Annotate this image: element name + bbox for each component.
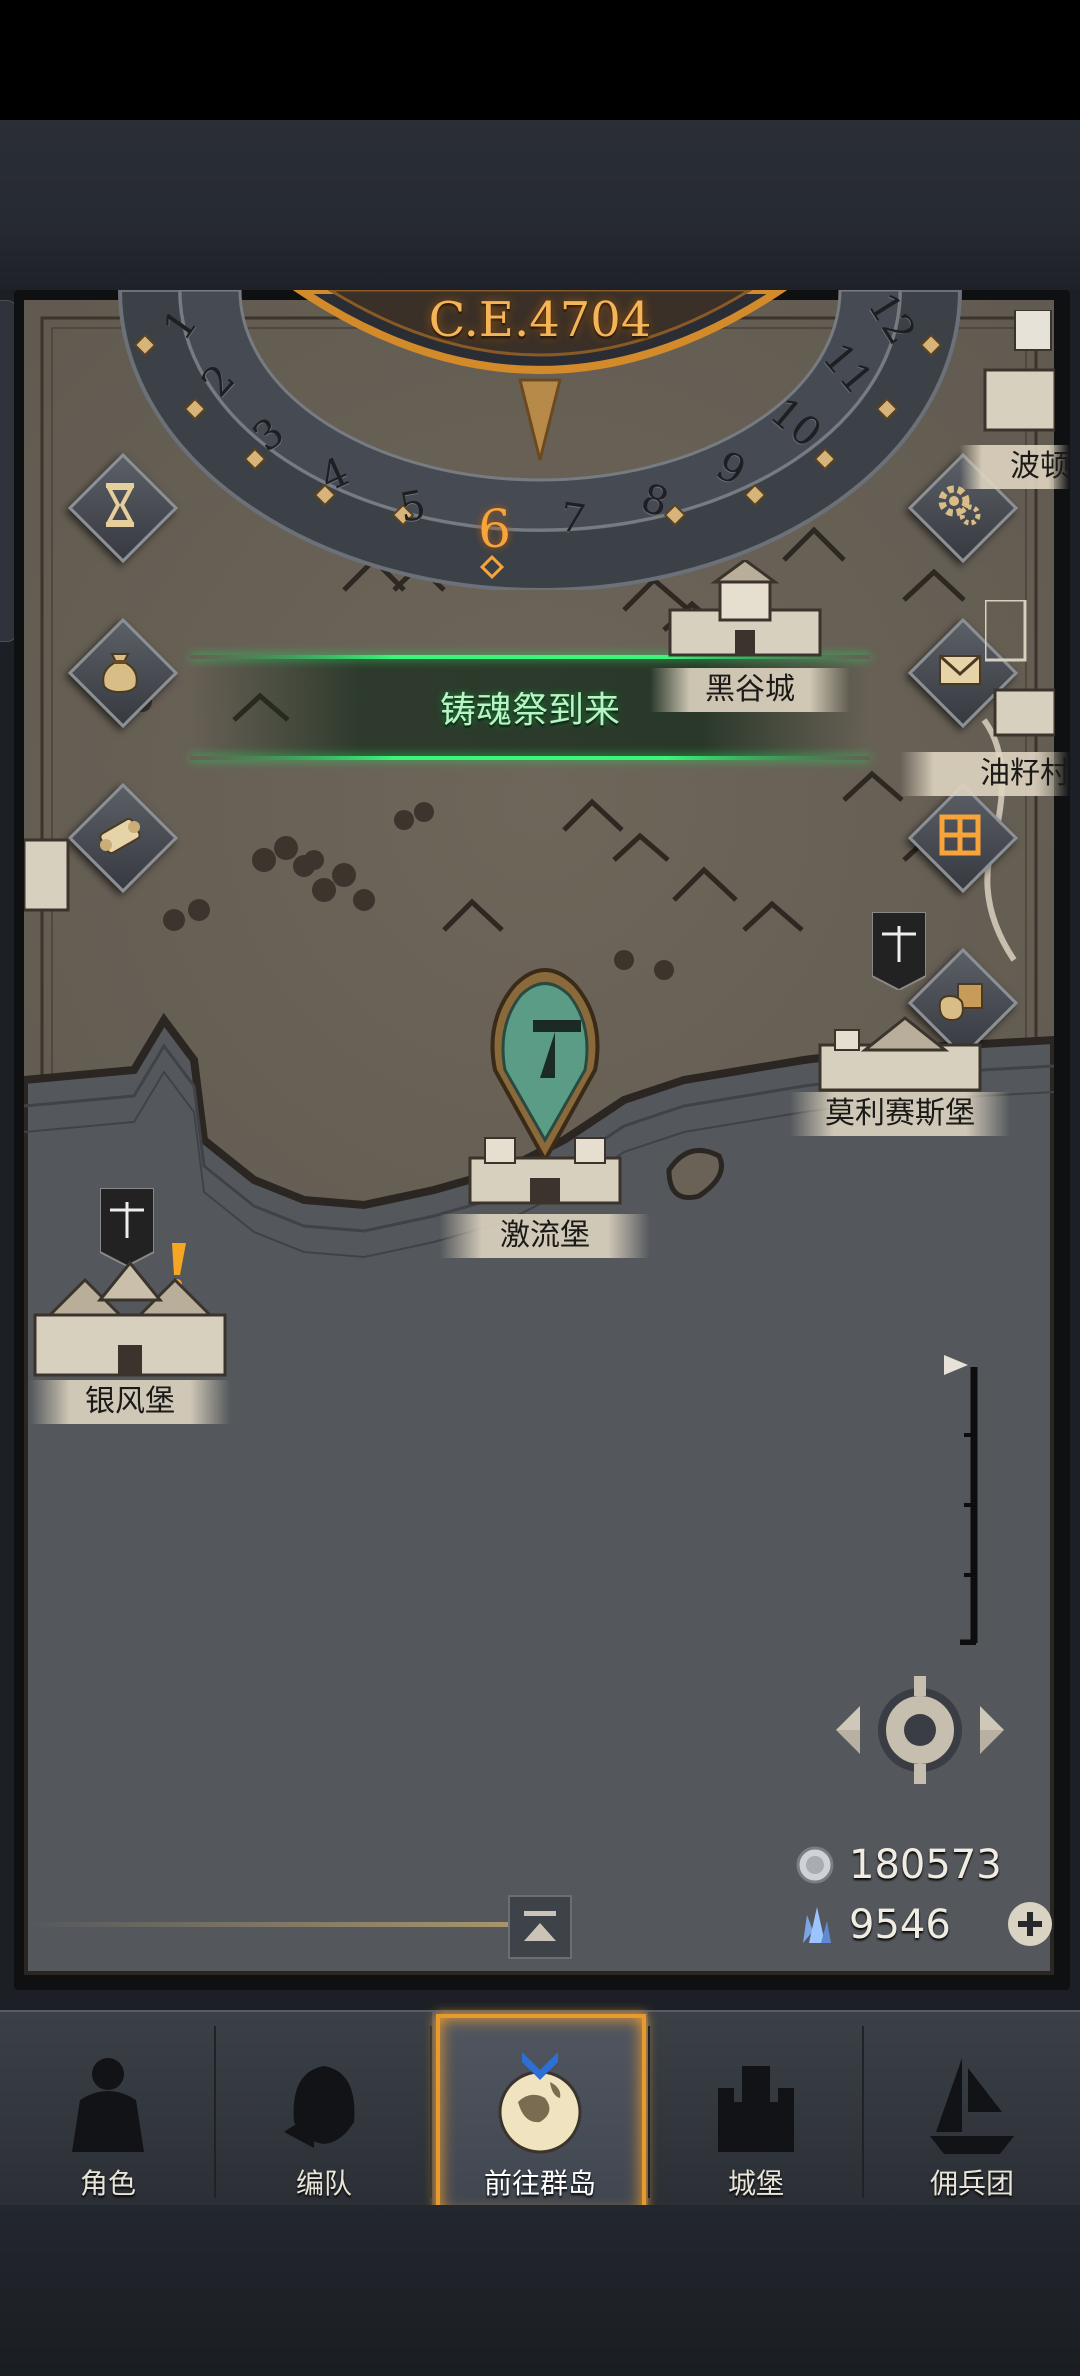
bottom-band	[0, 2205, 1080, 2376]
scroll-button[interactable]	[67, 782, 179, 894]
bottom-nav: 角色 编队 前往群岛 城堡 佣兵团	[0, 2010, 1080, 2218]
edge-castle-icon[interactable]	[24, 790, 70, 920]
knight-icon	[72, 2058, 144, 2152]
nav-item-formation[interactable]: 编队	[216, 2012, 432, 2212]
scroll-icon	[99, 817, 141, 855]
bodun-castle-icon[interactable]	[975, 310, 1055, 440]
recenter-icon[interactable]	[830, 1670, 1010, 1790]
nav-label-castle: 城堡	[727, 2167, 784, 2200]
justice-flag-icon	[872, 912, 926, 990]
crystal-icon	[803, 1907, 831, 1943]
silver-currency: 180573	[795, 1840, 1002, 1890]
silver-coin-icon	[796, 1846, 834, 1884]
city-label-molisaisi[interactable]: 莫利赛斯堡	[790, 1092, 1010, 1136]
nav-label-mercenary: 佣兵团	[929, 2167, 1014, 2200]
banner-bottom-line	[190, 756, 870, 760]
helmet-icon	[284, 2066, 355, 2148]
add-currency-button[interactable]	[1008, 1902, 1052, 1946]
status-bar-area	[0, 0, 1080, 120]
castle-icon	[718, 2066, 794, 2152]
silver-amount: 180573	[849, 1842, 1002, 1888]
city-label-yinfeng[interactable]: 银风堡	[30, 1380, 230, 1424]
molisaisi-castle-icon[interactable]	[815, 1010, 985, 1095]
nav-item-mercenary[interactable]: 佣兵团	[864, 2012, 1080, 2212]
collapse-track	[24, 1922, 514, 1927]
city-label-jiliu[interactable]: 激流堡	[440, 1214, 650, 1258]
collapse-button[interactable]	[508, 1895, 572, 1959]
collapse-up-icon	[524, 1911, 556, 1941]
globe-icon	[498, 2052, 582, 2154]
top-band	[0, 120, 1080, 290]
youzi-village-icon[interactable]	[985, 600, 1055, 740]
nav-item-character[interactable]: 角色	[0, 2012, 216, 2212]
crystal-currency: 9546	[795, 1900, 951, 1950]
city-label-heigu[interactable]: 黑谷城	[650, 668, 850, 712]
nav-label-archipelago: 前往群岛	[483, 2167, 596, 2200]
city-label-bodun[interactable]: 波顿	[960, 445, 1070, 489]
heigu-castle-icon[interactable]	[660, 560, 830, 660]
jiliu-castle-icon[interactable]	[465, 1128, 625, 1208]
nav-label-character: 角色	[79, 2167, 136, 2200]
ship-icon	[930, 2058, 1014, 2154]
grid-icon	[939, 814, 981, 856]
city-label-youzi[interactable]: 油籽村	[900, 752, 1070, 796]
yinfeng-castle-icon[interactable]	[30, 1255, 230, 1380]
dial-current-month: 6	[478, 500, 512, 560]
bag-icon	[102, 653, 138, 694]
nav-item-castle[interactable]: 城堡	[648, 2012, 864, 2212]
nav-item-archipelago[interactable]: 前往群岛	[432, 2012, 648, 2218]
crystal-amount: 9546	[849, 1902, 951, 1948]
grid-menu-button[interactable]	[907, 782, 1019, 894]
zoom-slider[interactable]	[940, 1355, 980, 1645]
bag-button[interactable]	[67, 617, 179, 729]
mail-icon	[938, 654, 982, 685]
hourglass-button[interactable]	[67, 452, 179, 564]
year-label: C.E.4704	[428, 292, 652, 348]
hourglass-icon	[105, 483, 135, 527]
nav-label-formation: 编队	[295, 2167, 352, 2200]
